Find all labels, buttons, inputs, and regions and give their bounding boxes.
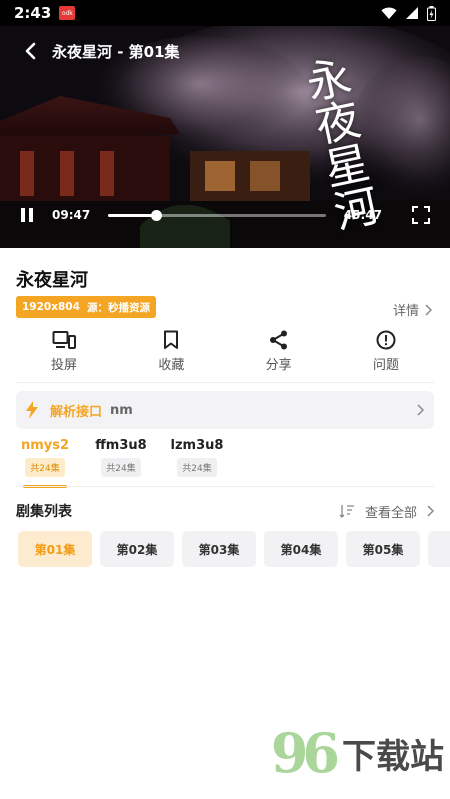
- episode-button[interactable]: 第04集: [264, 531, 338, 567]
- share-button[interactable]: 分享: [249, 330, 309, 378]
- detail-link[interactable]: 详情: [393, 300, 432, 319]
- divider: [16, 382, 434, 383]
- progress-bar[interactable]: [108, 209, 326, 221]
- cast-icon: [52, 331, 76, 349]
- site-watermark: 96 下载站: [271, 721, 444, 785]
- source-tab-nmys2[interactable]: nmys2 共24集: [16, 438, 74, 488]
- battery-icon: [427, 5, 436, 21]
- chevron-right-icon: [417, 404, 424, 416]
- episode-button[interactable]: 第01集: [18, 531, 92, 567]
- back-arrow-icon[interactable]: [24, 42, 36, 60]
- status-icons: [381, 5, 436, 21]
- divider: [16, 486, 434, 487]
- share-label: 分享: [265, 358, 292, 373]
- sort-icon[interactable]: [339, 504, 355, 518]
- source-count: 共24集: [101, 458, 141, 477]
- source-count: 共24集: [177, 458, 217, 477]
- cast-label: 投屏: [50, 358, 77, 373]
- episode-list-title: 剧集列表: [16, 504, 72, 520]
- current-time: 09:47: [52, 208, 91, 222]
- source-name: ffm3u8: [95, 438, 147, 453]
- action-bar: 投屏 收藏 分享 问题: [34, 330, 416, 378]
- cast-button[interactable]: 投屏: [34, 330, 94, 378]
- pause-icon[interactable]: [20, 207, 34, 223]
- progress-knob[interactable]: [151, 209, 163, 221]
- source-count: 共24集: [25, 458, 65, 477]
- source-tabs: nmys2 共24集 ffm3u8 共24集 lzm3u8 共24集: [16, 438, 226, 488]
- source-tab-lzm3u8[interactable]: lzm3u8 共24集: [168, 438, 226, 486]
- signal-icon: [406, 7, 418, 19]
- player-top-bar: 永夜星河 - 第01集: [0, 26, 450, 76]
- player-controls: 09:47 45:47: [0, 200, 450, 230]
- episode-list-controls: 查看全部: [339, 502, 434, 521]
- episode-list: 第01集 第02集 第03集 第04集 第05集: [18, 531, 450, 567]
- lightning-icon: [26, 401, 38, 419]
- parse-interface-row[interactable]: 解析接口 nm: [16, 391, 434, 429]
- chevron-right-icon: [427, 505, 434, 517]
- watermark-digits: 96: [270, 721, 340, 785]
- status-bar: 2:43 odk: [0, 0, 450, 26]
- report-label: 问题: [372, 358, 399, 373]
- notification-badge: odk: [59, 6, 76, 20]
- fullscreen-icon[interactable]: [412, 206, 430, 224]
- video-player[interactable]: 永夜星河 - 第01集 永夜星河 09:47 45:47: [0, 26, 450, 248]
- source-name: lzm3u8: [170, 438, 224, 453]
- detail-label: 详情: [392, 304, 419, 319]
- total-time: 45:47: [343, 208, 382, 222]
- favorite-label: 收藏: [158, 358, 185, 373]
- share-icon: [269, 330, 287, 350]
- episode-button[interactable]: 第05集: [346, 531, 420, 567]
- source-tab-ffm3u8[interactable]: ffm3u8 共24集: [92, 438, 150, 486]
- parse-value: nm: [110, 402, 133, 418]
- source-tag: 源：秒播资源: [81, 296, 156, 318]
- show-title: 永夜星河: [16, 270, 88, 291]
- episode-button[interactable]: 第03集: [182, 531, 256, 567]
- chevron-right-icon: [425, 303, 432, 316]
- status-time: 2:43: [14, 4, 52, 22]
- episode-button[interactable]: 第02集: [100, 531, 174, 567]
- wifi-icon: [381, 7, 397, 19]
- parse-label: 解析接口: [50, 404, 103, 420]
- player-title: 永夜星河 - 第01集: [52, 42, 180, 61]
- favorite-button[interactable]: 收藏: [141, 330, 201, 378]
- progress-fill: [108, 213, 157, 217]
- source-name: nmys2: [20, 438, 70, 453]
- episode-button-partial[interactable]: [428, 531, 450, 567]
- watermark-text: 下载站: [342, 736, 444, 777]
- alert-icon: [376, 330, 396, 350]
- episode-list-header: 剧集列表 查看全部: [16, 501, 434, 521]
- report-button[interactable]: 问题: [356, 330, 416, 378]
- bookmark-icon: [164, 330, 179, 349]
- resolution-tag: 1920x804: [16, 296, 86, 318]
- view-all-link[interactable]: 查看全部: [365, 502, 417, 521]
